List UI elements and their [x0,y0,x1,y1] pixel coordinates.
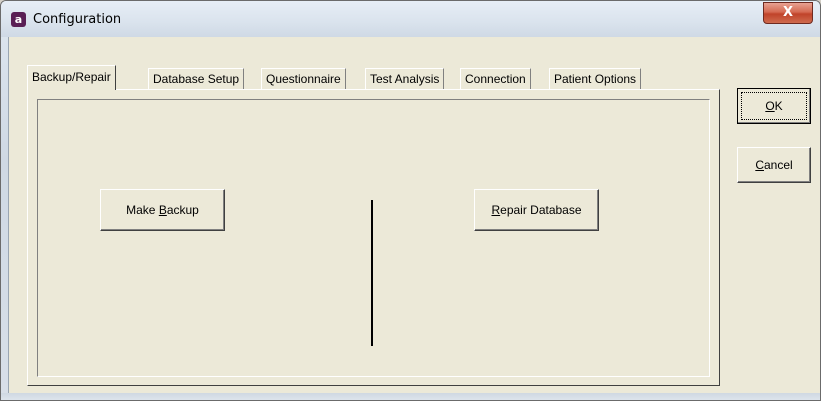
vertical-divider [371,200,373,346]
make-backup-button[interactable]: Make Backup [100,189,225,231]
focus-rectangle [741,92,807,120]
tab-panel-backup-repair: Make Backup Repair Database [27,89,720,386]
dialog-client-area: Backup/Repair Database Setup Questionnai… [8,37,820,393]
configuration-window: a Configuration X Backup/Repair Database… [0,0,821,401]
window-bottom-border [1,393,820,400]
tab-backup-repair[interactable]: Backup/Repair [27,65,116,90]
close-button[interactable]: X [763,2,813,24]
tab-database-setup[interactable]: Database Setup [148,68,245,89]
window-title: Configuration [33,12,122,27]
close-icon: X [782,5,794,20]
app-icon: a [11,12,26,27]
make-backup-label: Make Backup [126,203,199,217]
tab-questionnaire[interactable]: Questionnaire [261,68,346,89]
tab-test-analysis[interactable]: Test Analysis [365,68,445,89]
panel-frame [37,99,710,377]
cancel-button[interactable]: Cancel [737,147,811,183]
tab-connection[interactable]: Connection [460,68,531,89]
cancel-label: Cancel [755,158,793,172]
repair-database-button[interactable]: Repair Database [474,189,599,231]
tab-patient-options[interactable]: Patient Options [549,68,642,89]
repair-database-label: Repair Database [491,203,582,217]
ok-button[interactable]: OK [737,88,811,124]
title-bar[interactable]: a Configuration X [1,1,820,37]
